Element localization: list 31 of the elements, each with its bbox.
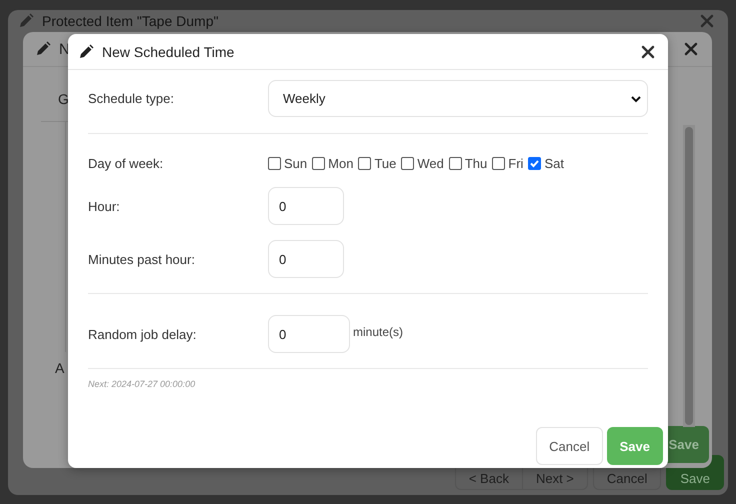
field-label: Schedule type:	[88, 91, 176, 106]
chevron-icon	[631, 94, 641, 102]
tab[interactable]: G	[58, 91, 69, 107]
check-icon	[529, 158, 540, 169]
next-run-text: Next: 2024-07-27 00:00:00	[88, 379, 196, 389]
schedule-type-dropdown[interactable]: Weekly	[268, 80, 648, 117]
day-checkbox[interactable]: Wed	[401, 156, 444, 171]
pencil-icon	[18, 13, 34, 29]
field-label: Day of week:	[88, 156, 164, 171]
cancel-button[interactable]: Cancel	[536, 427, 603, 465]
day-checkbox[interactable]: Sat	[528, 156, 564, 171]
unit-label: minute(s)	[353, 325, 404, 339]
scrollbar[interactable]	[685, 127, 693, 425]
minutes-field[interactable]: 0	[268, 240, 344, 278]
dialog-title: Protected Item "Tape Dump"	[42, 13, 220, 29]
day-checkbox[interactable]: Fri	[492, 156, 524, 171]
day-checkbox[interactable]: Mon	[312, 156, 354, 171]
field-label: Minutes past hour:	[88, 252, 196, 266]
day-checkbox[interactable]: Thu	[448, 156, 488, 171]
delay-field[interactable]: 0	[268, 315, 350, 353]
field-label: Hour:	[88, 198, 121, 214]
dialog-title: New Scheduled Time	[102, 44, 236, 60]
pencil-icon	[78, 44, 94, 60]
hour-field[interactable]: 0	[268, 187, 344, 225]
close-icon[interactable]	[641, 44, 655, 58]
field-label: Random job delay:	[88, 326, 198, 342]
pencil-icon	[35, 41, 51, 57]
day-checkbox[interactable]: Tue	[358, 156, 396, 171]
day-checkbox[interactable]: Sun	[268, 156, 308, 171]
close-icon[interactable]	[684, 42, 698, 56]
field-label: A	[55, 360, 64, 376]
